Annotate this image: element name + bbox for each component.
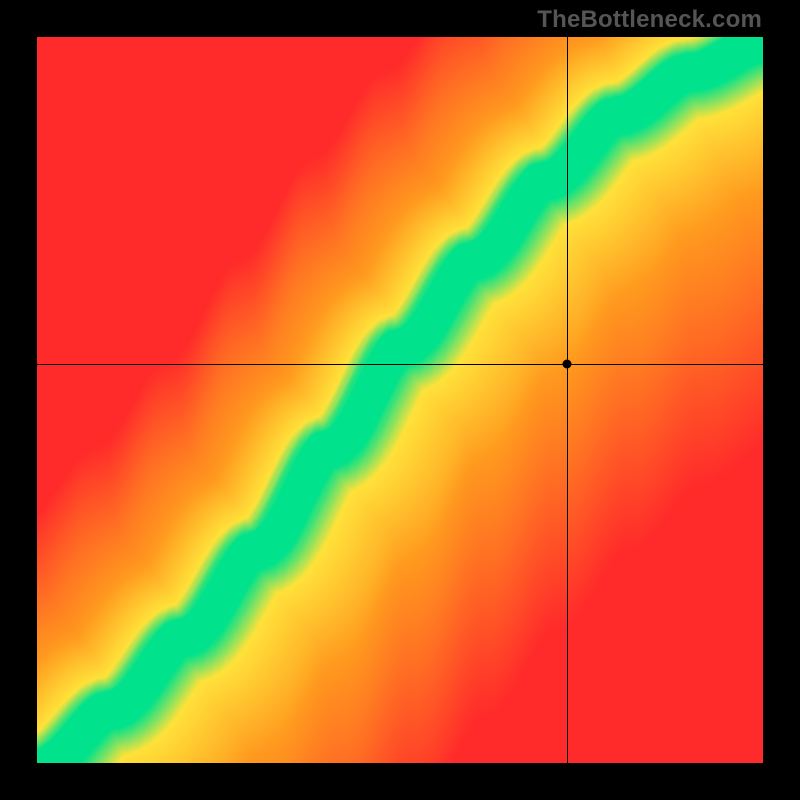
chart-frame: TheBottleneck.com bbox=[0, 0, 800, 800]
crosshair-vertical bbox=[567, 37, 568, 763]
crosshair-horizontal bbox=[37, 364, 763, 365]
heatmap-canvas bbox=[37, 37, 763, 763]
marker-dot bbox=[562, 359, 571, 368]
heatmap-plot bbox=[37, 37, 763, 763]
watermark: TheBottleneck.com bbox=[537, 6, 762, 34]
